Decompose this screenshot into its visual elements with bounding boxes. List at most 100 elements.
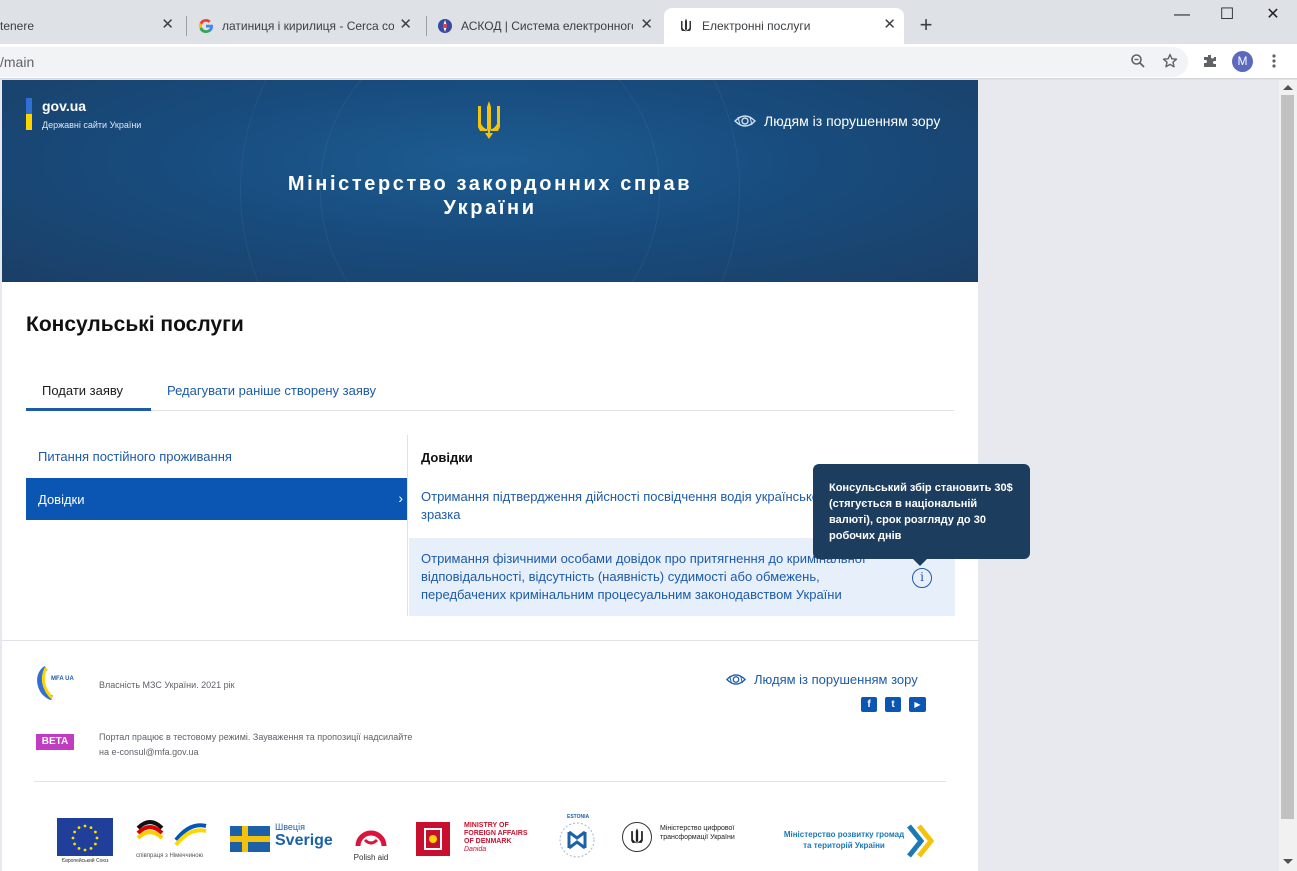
browser-tab[interactable]: tenere ✕ bbox=[0, 8, 182, 44]
polish-aid-icon bbox=[355, 830, 387, 847]
mfa-logo[interactable]: MFA UA bbox=[36, 666, 76, 701]
maximize-button[interactable]: ☐ bbox=[1216, 4, 1238, 26]
chevron-logo-icon bbox=[907, 824, 935, 858]
extensions-icon[interactable] bbox=[1201, 52, 1219, 70]
header-banner: gov.ua Державні сайти України Людям із п… bbox=[2, 80, 978, 282]
close-window-button[interactable]: ✕ bbox=[1262, 4, 1284, 26]
footer-divider bbox=[34, 781, 946, 782]
eu-stars-icon bbox=[71, 824, 99, 852]
scrollbar-thumb[interactable] bbox=[1281, 95, 1294, 819]
content-tabs: Подати заяву Редагувати раніше створену … bbox=[26, 371, 954, 411]
sweden-label: Sverige bbox=[275, 832, 333, 849]
sweden-logo: Швеція Sverige bbox=[230, 818, 333, 856]
page-viewport: gov.ua Державні сайти України Людям із п… bbox=[0, 80, 1297, 871]
eu-logo: Європейський Союз bbox=[57, 818, 113, 864]
page-content: gov.ua Державні сайти України Людям із п… bbox=[2, 80, 1030, 871]
twitter-icon[interactable]: t bbox=[885, 697, 901, 712]
bookmark-star-icon[interactable] bbox=[1161, 52, 1179, 70]
ministry-title: Міністерство закордонних справ України bbox=[2, 172, 978, 220]
trident-icon bbox=[678, 18, 694, 34]
govua-title: gov.ua bbox=[42, 98, 87, 114]
browser-tab[interactable]: латиниця і кирилиця - Cerca con ✕ bbox=[198, 8, 420, 44]
denmark-mfa-logo: MINISTRY OF FOREIGN AFFAIRS OF DENMARK D… bbox=[416, 818, 536, 860]
govua-subtitle: Державні сайти України bbox=[42, 120, 142, 130]
digital-ministry-logo: Міністерство цифрової трансформації Укра… bbox=[622, 818, 772, 860]
tab-edit-application[interactable]: Редагувати раніше створену заяву bbox=[167, 383, 376, 398]
eu-label: Європейський Союз bbox=[61, 858, 109, 864]
close-tab-icon[interactable]: ✕ bbox=[161, 17, 174, 33]
youtube-icon[interactable]: ▶ bbox=[909, 697, 926, 712]
category-permanent-residence[interactable]: Питання постійного проживання bbox=[26, 435, 407, 477]
swedish-flag-icon bbox=[230, 826, 270, 852]
page-title: Консульські послуги bbox=[26, 313, 244, 336]
estonia-icon bbox=[559, 822, 595, 858]
zoom-icon[interactable] bbox=[1129, 52, 1147, 70]
estonia-logo: ESTONIA bbox=[555, 814, 599, 864]
fee-tooltip: Консульський збір становить 30$ (стягуєт… bbox=[813, 464, 1030, 559]
browser-tab[interactable]: АСКОД | Система електронного ✕ bbox=[437, 8, 661, 44]
category-certificates[interactable]: Довідки › bbox=[26, 478, 407, 520]
service-label[interactable]: Отримання підтвердження дійсності посвід… bbox=[421, 488, 841, 524]
ownership-note: Власність МЗС України. 2021 рік bbox=[99, 680, 235, 690]
tooltip-arrow bbox=[913, 559, 927, 566]
ministry-title-line2: України bbox=[443, 197, 537, 219]
vertical-scrollbar[interactable] bbox=[1279, 80, 1297, 871]
eye-icon bbox=[726, 674, 746, 685]
footer-divider bbox=[2, 640, 978, 641]
tab-separator bbox=[426, 16, 427, 36]
german-cooperation-label: співпраця з Німеччиною bbox=[136, 853, 204, 859]
eye-icon bbox=[734, 115, 756, 127]
ukraine-flag-icon bbox=[26, 98, 32, 130]
mfa-logo-text: MFA UA bbox=[51, 676, 74, 682]
close-tab-icon[interactable]: ✕ bbox=[640, 17, 653, 33]
trident-icon bbox=[622, 822, 652, 852]
scroll-down-icon[interactable] bbox=[1283, 859, 1293, 864]
browser-tab-strip: tenere ✕ латиниця і кирилиця - Cerca con… bbox=[0, 0, 1297, 44]
address-bar[interactable]: /main bbox=[0, 47, 1188, 77]
askod-icon bbox=[437, 18, 453, 34]
category-label: Довідки bbox=[38, 492, 85, 507]
ministry-title-line1: Міністерство закордонних справ bbox=[287, 173, 693, 195]
sweden-label-ua: Швеція bbox=[275, 822, 305, 832]
tab-title: латиниця і кирилиця - Cerca con bbox=[222, 19, 394, 33]
footer-vision-impaired-link[interactable]: Людям із порушенням зору bbox=[726, 672, 918, 687]
polish-aid-label: Polish aid bbox=[353, 853, 389, 862]
vision-impaired-link[interactable]: Людям із порушенням зору bbox=[734, 113, 940, 129]
info-icon[interactable]: i bbox=[912, 568, 932, 588]
regional-ministry-label: Міністерство розвитку громад та територі… bbox=[783, 830, 905, 850]
new-tab-button[interactable]: + bbox=[914, 13, 938, 37]
services-heading: Довідки bbox=[421, 450, 473, 465]
browser-tab-active[interactable]: Електронні послуги ✕ bbox=[664, 8, 904, 44]
active-tab-indicator bbox=[26, 408, 151, 411]
category-label: Питання постійного проживання bbox=[38, 449, 232, 464]
chevron-right-icon: › bbox=[398, 490, 403, 506]
german-cooperation-logo: співпраця з Німеччиною bbox=[136, 818, 208, 864]
minimize-button[interactable]: — bbox=[1171, 4, 1193, 26]
menu-kebab-icon[interactable] bbox=[1265, 52, 1283, 70]
facebook-icon[interactable]: f bbox=[861, 697, 877, 712]
german-flag-icon bbox=[136, 820, 207, 847]
tab-separator bbox=[186, 16, 187, 36]
denmark-mfa-label: MINISTRY OF FOREIGN AFFAIRS OF DENMARK bbox=[464, 822, 528, 845]
digital-ministry-label: Міністерство цифрової трансформації Укра… bbox=[660, 825, 735, 841]
tab-title: Електронні послуги bbox=[702, 19, 811, 33]
google-icon bbox=[198, 18, 214, 34]
vision-link-label: Людям із порушенням зору bbox=[764, 113, 941, 129]
beta-badge: BETA bbox=[36, 734, 74, 750]
tab-title: АСКОД | Система електронного bbox=[461, 19, 633, 33]
denmark-coat-of-arms-icon bbox=[416, 822, 450, 856]
profile-avatar[interactable]: M bbox=[1232, 51, 1253, 72]
coat-of-arms-icon bbox=[476, 100, 502, 140]
danida-label: Danida bbox=[464, 846, 487, 853]
polish-aid-logo: Polish aid bbox=[350, 818, 392, 864]
close-tab-icon[interactable]: ✕ bbox=[883, 17, 896, 33]
regional-ministry-logo: Міністерство розвитку громад та територі… bbox=[779, 818, 939, 860]
vision-link-label: Людям із порушенням зору bbox=[754, 672, 918, 687]
close-tab-icon[interactable]: ✕ bbox=[399, 17, 412, 33]
tab-submit-application[interactable]: Подати заяву bbox=[42, 383, 123, 398]
beta-note: Портал працює в тестовому режимі. Зауваж… bbox=[99, 732, 413, 757]
tab-title: tenere bbox=[0, 19, 35, 33]
scroll-up-icon[interactable] bbox=[1283, 85, 1293, 90]
browser-toolbar: /main M bbox=[0, 44, 1297, 79]
url-text[interactable]: /main bbox=[0, 54, 34, 70]
